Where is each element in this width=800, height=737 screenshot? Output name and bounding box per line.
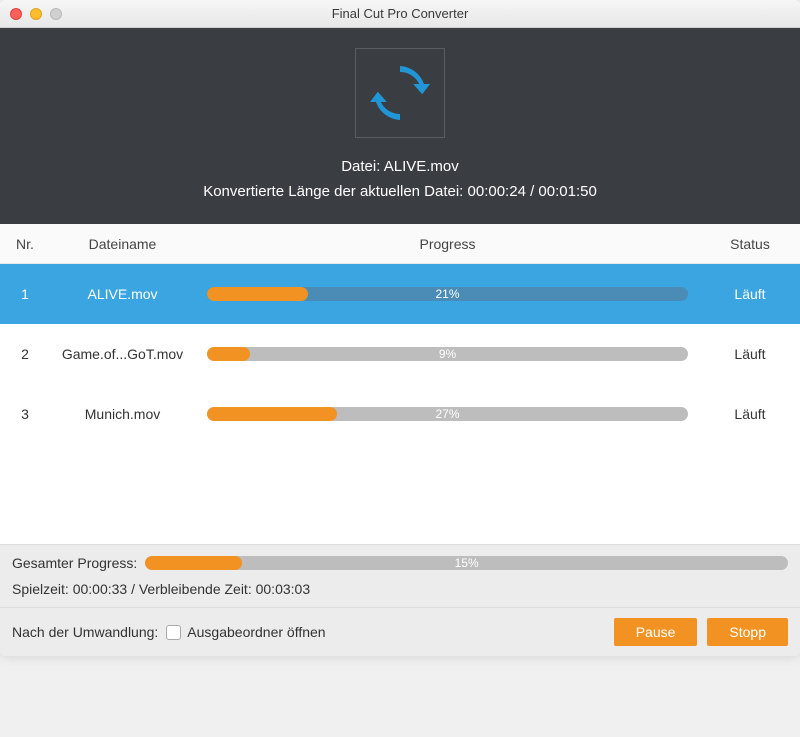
convert-icon — [355, 48, 445, 138]
current-file-label: Datei: ALIVE.mov — [341, 158, 459, 175]
overall-progress-percent: 15% — [145, 556, 788, 570]
cell-filename: Munich.mov — [50, 406, 195, 422]
open-output-folder-checkbox[interactable] — [166, 625, 181, 640]
after-conversion-label: Nach der Umwandlung: — [12, 624, 158, 640]
overall-progress-bar: 15% — [145, 556, 788, 570]
app-window: Final Cut Pro Converter Datei: ALIVE.mov… — [0, 0, 800, 656]
open-output-folder-label: Ausgabeordner öffnen — [187, 624, 325, 640]
progress-percent-label: 9% — [207, 347, 688, 361]
bottom-bar: Nach der Umwandlung: Ausgabeordner öffne… — [0, 607, 800, 656]
footer: Gesamter Progress: 15% Spielzeit: 00:00:… — [0, 544, 800, 656]
progress-bar: 27% — [207, 407, 688, 421]
table-body: 1ALIVE.mov 21% Läuft 2Game.of...GoT.mov 9% Lä… — [0, 264, 800, 544]
cell-progress: 21% — [195, 287, 700, 301]
table-row[interactable]: 3Munich.mov 27% Läuft — [0, 384, 800, 444]
progress-percent-label: 27% — [207, 407, 688, 421]
cell-filename: ALIVE.mov — [50, 286, 195, 302]
progress-percent-label: 21% — [207, 287, 688, 301]
table-header: Nr. Dateiname Progress Status — [0, 224, 800, 264]
cell-status: Läuft — [700, 286, 800, 302]
titlebar[interactable]: Final Cut Pro Converter — [0, 0, 800, 28]
stop-button[interactable]: Stopp — [707, 618, 788, 646]
col-header-status: Status — [700, 236, 800, 252]
close-button[interactable] — [10, 8, 22, 20]
cell-status: Läuft — [700, 346, 800, 362]
pause-button[interactable]: Pause — [614, 618, 698, 646]
conversion-header: Datei: ALIVE.mov Konvertierte Länge der … — [0, 28, 800, 224]
zoom-button[interactable] — [50, 8, 62, 20]
col-header-name: Dateiname — [50, 236, 195, 252]
cell-status: Läuft — [700, 406, 800, 422]
cell-nr: 2 — [0, 346, 50, 362]
current-file-progress-text: Konvertierte Länge der aktuellen Datei: … — [203, 183, 597, 200]
cell-nr: 3 — [0, 406, 50, 422]
col-header-progress: Progress — [195, 236, 700, 252]
col-header-nr: Nr. — [0, 236, 50, 252]
overall-progress-label: Gesamter Progress: — [12, 555, 137, 571]
minimize-button[interactable] — [30, 8, 42, 20]
cell-progress: 27% — [195, 407, 700, 421]
cell-progress: 9% — [195, 347, 700, 361]
progress-bar: 21% — [207, 287, 688, 301]
cell-nr: 1 — [0, 286, 50, 302]
window-controls — [10, 8, 62, 20]
table-row[interactable]: 1ALIVE.mov 21% Läuft — [0, 264, 800, 324]
cell-filename: Game.of...GoT.mov — [50, 346, 195, 362]
overall-progress-section: Gesamter Progress: 15% — [0, 545, 800, 577]
table-row[interactable]: 2Game.of...GoT.mov 9% Läuft — [0, 324, 800, 384]
progress-bar: 9% — [207, 347, 688, 361]
time-info: Spielzeit: 00:00:33 / Verbleibende Zeit:… — [0, 577, 800, 607]
window-title: Final Cut Pro Converter — [0, 6, 800, 21]
